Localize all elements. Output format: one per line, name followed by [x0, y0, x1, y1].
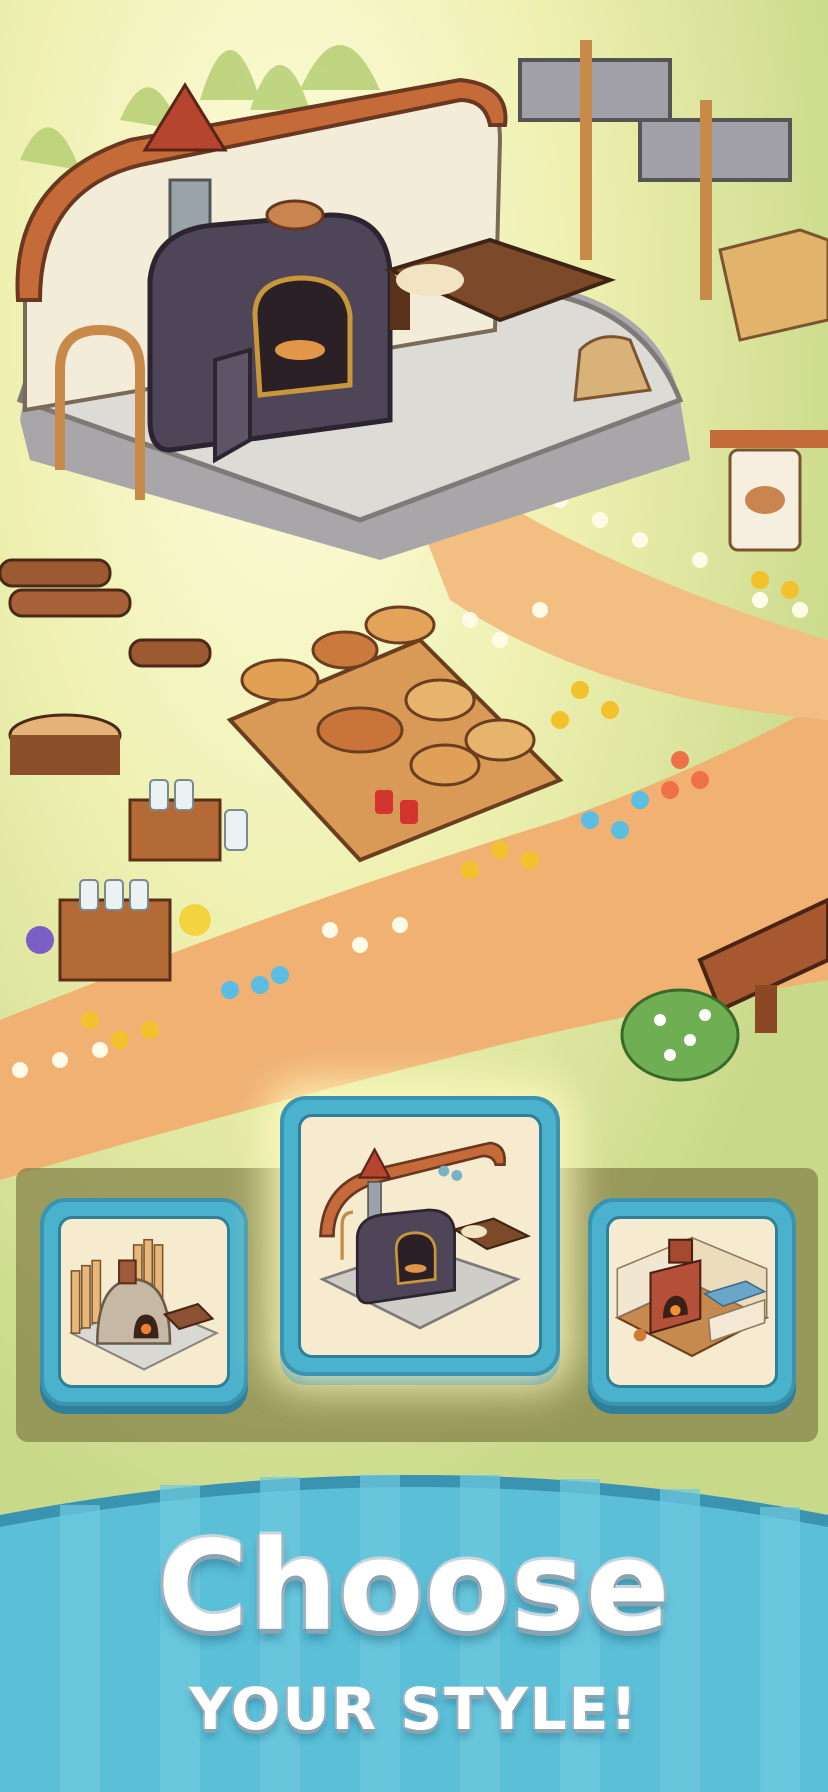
style-option-brick-oven[interactable]: [588, 1198, 796, 1406]
clay-oven-icon: [68, 1238, 220, 1371]
brick-oven-icon: [614, 1236, 770, 1358]
style-option-preview: [58, 1216, 230, 1388]
style-option-stone-oven[interactable]: [40, 1198, 248, 1406]
style-option-preview: [298, 1114, 542, 1358]
style-option-preview: [606, 1216, 778, 1388]
flower-bush: [620, 988, 740, 1082]
headline-title: Choose: [157, 1515, 671, 1659]
headline-subtitle: YOUR STYLE!: [189, 1675, 639, 1743]
style-option-iron-stove[interactable]: [280, 1096, 560, 1376]
iron-stove-icon: [319, 1141, 532, 1330]
